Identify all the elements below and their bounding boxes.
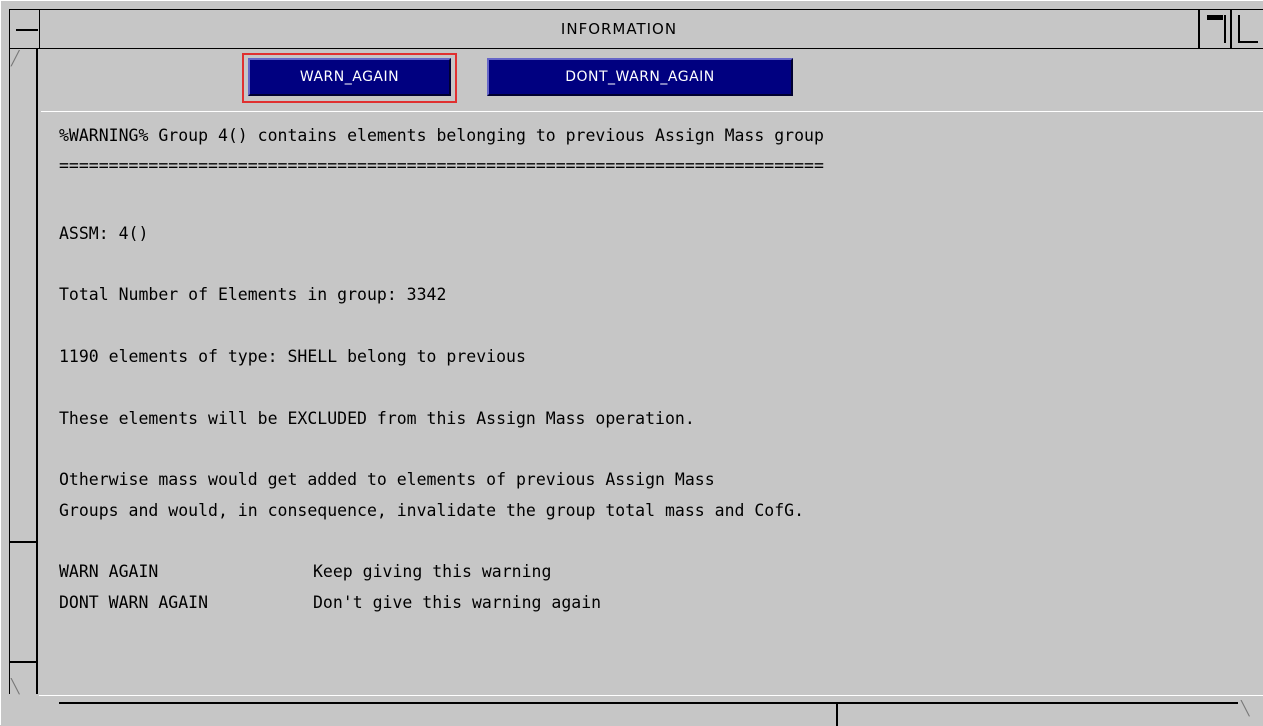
minimize-icon [1207,15,1223,20]
menu-bar-icon [16,29,38,31]
left-edge-tick-top [9,541,38,543]
window-menu-button[interactable] [9,9,39,49]
information-panel: WARN_AGAIN DONT_WARN_AGAIN %WARNING% Gro… [41,49,1263,695]
resize-corner-bottom-left-icon[interactable]: ╲ [11,679,19,695]
message-text: %WARNING% Group 4() contains elements be… [41,113,1263,695]
shell-elements-line: 1190 elements of type: SHELL belong to p… [59,347,526,366]
information-window: INFORMATION ╱ ╲ ╲ WARN_AGAIN DONT_WARN_A… [0,0,1263,726]
bottom-resize-edge[interactable] [39,695,1263,726]
button-row: WARN_AGAIN DONT_WARN_AGAIN [41,49,1263,112]
otherwise-line-2: Groups and would, in consequence, invali… [59,501,805,520]
total-elements-line: Total Number of Elements in group: 3342 [59,285,447,304]
legend-key-dont-warn-again: DONT WARN AGAIN [59,593,209,612]
minimize-button[interactable] [1199,9,1231,49]
window-title[interactable]: INFORMATION [39,9,1199,49]
bottom-edge-right [838,702,1238,726]
bottom-edge-left [59,702,836,726]
otherwise-line-1: Otherwise mass would get added to elemen… [59,470,715,489]
maximize-icon-base [1238,41,1258,43]
maximize-button[interactable] [1231,9,1263,49]
left-edge-tick-bottom [9,661,38,663]
resize-corner-bottom-right-icon[interactable]: ╲ [1241,701,1249,717]
dont-warn-again-button[interactable]: DONT_WARN_AGAIN [487,58,793,96]
minimize-divider [1224,15,1226,43]
left-edge-inner [10,49,38,694]
legend-desc-dont-warn-again: Don't give this warning again [313,593,602,612]
resize-corner-top-left-icon[interactable]: ╱ [11,51,19,67]
legend-key-warn-again: WARN AGAIN [59,562,159,581]
excluded-line: These elements will be EXCLUDED from thi… [59,409,695,428]
warning-line: %WARNING% Group 4() contains elements be… [59,126,824,145]
separator-line: ========================================… [59,156,824,175]
maximize-icon [1238,15,1240,43]
left-resize-edge[interactable] [9,49,39,694]
assm-line: ASSM: 4() [59,224,149,243]
legend-desc-warn-again: Keep giving this warning [313,562,552,581]
warn-again-button[interactable]: WARN_AGAIN [248,58,451,96]
